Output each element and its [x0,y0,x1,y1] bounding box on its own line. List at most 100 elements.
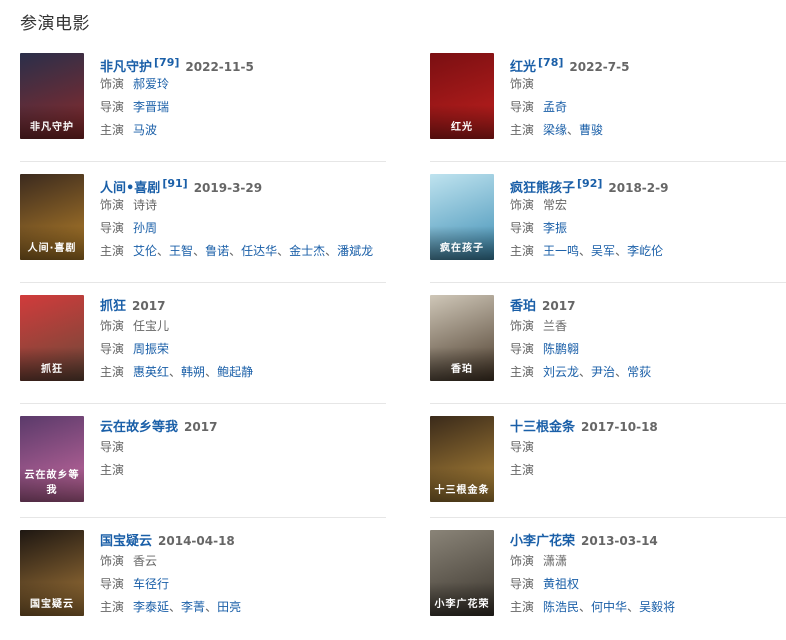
release-date: 2017 [184,420,218,434]
movie-info: 人间•喜剧 [91] 2019-3-29 饰演 诗诗 导演 孙周 主演 艾伦、王智、鲁诺、任达华… [100,174,390,263]
movie-poster[interactable]: 人间·喜剧 [20,174,84,260]
movie-poster[interactable]: 十三根金条 [430,416,494,502]
movie-title-link[interactable]: 国宝疑云 [100,534,152,549]
cast-name-link[interactable]: 李泰延 [133,600,169,614]
cast-name-link[interactable]: 吴军 [591,244,615,258]
movie-poster[interactable]: 抓狂 [20,295,84,381]
row-divider [430,161,786,162]
role-row: 饰演 香云 [100,550,390,573]
movie-info: 抓狂 2017 饰演 任宝儿 导演 周振荣 主演 惠英红、韩朔、鲍起静 [100,295,390,384]
cast-name-link[interactable]: 田亮 [217,600,241,614]
role-label: 饰演 [100,319,125,333]
role-value: 诗诗 [133,198,158,212]
director-name-link[interactable]: 周振荣 [133,342,169,356]
director-name-link[interactable]: 黄祖权 [543,577,579,591]
separator: 、 [169,365,182,379]
director-label: 导演 [100,100,125,114]
movie-poster[interactable]: 疯在孩子 [430,174,494,260]
cast-name-link[interactable]: 刘云龙 [543,365,579,379]
cast-label: 主演 [100,600,125,614]
cast-name-link[interactable]: 李菁 [181,600,205,614]
role-row: 饰演 诗诗 [100,194,390,217]
movie-poster[interactable]: 红光 [430,53,494,139]
director-label: 导演 [510,577,535,591]
poster-title-art: 云在故乡等我 [24,470,80,496]
movie-title-link[interactable]: 香珀 [510,299,536,314]
release-date: 2022-7-5 [569,60,630,74]
separator: 、 [277,244,290,258]
poster-title-art: 非凡守护 [30,122,74,133]
director-name-link[interactable]: 孟奇 [543,100,567,114]
cast-name-link[interactable]: 金士杰 [289,244,325,258]
movie-title-link[interactable]: 抓狂 [100,299,126,314]
cast-name-link[interactable]: 任达华 [241,244,277,258]
director-row: 导演 李振 [510,217,786,240]
movie-poster[interactable]: 国宝疑云 [20,530,84,616]
movie-poster[interactable]: 云在故乡等我 [20,416,84,502]
poster-title-art: 十三根金条 [434,485,490,496]
movie-poster[interactable]: 非凡守护 [20,53,84,139]
movie-card: 小李广花荣 小李广花荣 2013-03-14 饰演 潇潇 导演 黄祖权 主演 陈浩民、何中华、吴… [430,530,786,640]
cast-label: 主演 [100,365,125,379]
cast-row: 主演 李泰延、李菁、田亮 [100,596,390,619]
cast-row: 主演 王一鸣、吴军、李屹伦 [510,240,786,263]
row-divider [430,403,786,404]
row-divider [20,161,386,162]
cast-name-link[interactable]: 潘斌龙 [337,244,373,258]
movie-title-link[interactable]: 十三根金条 [510,420,575,435]
cast-name-link[interactable]: 吴毅将 [639,600,675,614]
director-name-link[interactable]: 李振 [543,221,567,235]
cast-row: 主演 艾伦、王智、鲁诺、任达华、金士杰、潘斌龙 [100,240,390,263]
movie-score-link[interactable]: [79] [154,56,179,69]
cast-label: 主演 [100,123,125,137]
cast-name-link[interactable]: 鲁诺 [205,244,229,258]
role-value[interactable]: 郝爱玲 [133,77,169,91]
cast-name-link[interactable]: 梁缘 [543,123,567,137]
movie-title-row: 香珀 2017 [510,295,786,315]
release-date: 2019-3-29 [193,181,263,195]
movie-title-row: 十三根金条 2017-10-18 [510,416,786,436]
movie-card: 十三根金条 十三根金条 2017-10-18 导演 主演 [430,416,786,526]
poster-title-art: 人间·喜剧 [27,243,77,254]
cast-name-link[interactable]: 王一鸣 [543,244,579,258]
cast-name-link[interactable]: 李屹伦 [627,244,663,258]
movie-title-row: 国宝疑云 2014-04-18 [100,530,390,550]
movie-score-link[interactable]: [78] [538,56,563,69]
cast-name-link[interactable]: 陈浩民 [543,600,579,614]
cast-name-link[interactable]: 尹治 [591,365,615,379]
release-date: 2017-10-18 [581,420,658,434]
cast-name-link[interactable]: 何中华 [591,600,627,614]
director-name-link[interactable]: 李晋瑞 [133,100,169,114]
role-label: 饰演 [100,554,125,568]
separator: 、 [615,365,628,379]
movie-card: 疯在孩子 疯狂熊孩子 [92] 2018-2-9 饰演 常宏 导演 李振 主演 王一鸣、吴军、李屹… [430,174,786,284]
director-name-link[interactable]: 孙周 [133,221,157,235]
movie-poster[interactable]: 香珀 [430,295,494,381]
cast-name-link[interactable]: 常荻 [627,365,651,379]
movie-title-row: 人间•喜剧 [91] 2019-3-29 [100,174,390,196]
cast-name-link[interactable]: 马波 [133,123,157,137]
release-date: 2022-11-5 [185,60,254,74]
movie-score-link[interactable]: [92] [577,177,602,190]
role-label: 饰演 [510,554,535,568]
separator: 、 [579,365,592,379]
role-row: 饰演 常宏 [510,194,786,217]
movie-poster[interactable]: 小李广花荣 [430,530,494,616]
cast-name-link[interactable]: 艾伦 [133,244,157,258]
role-row: 饰演 兰香 [510,315,786,338]
movie-title-link[interactable]: 云在故乡等我 [100,420,178,435]
cast-name-link[interactable]: 惠英红 [133,365,169,379]
director-label: 导演 [510,440,535,454]
cast-name-link[interactable]: 王智 [169,244,193,258]
movie-score-link[interactable]: [91] [162,177,187,190]
director-name-link[interactable]: 车径行 [133,577,169,591]
release-date: 2014-04-18 [158,534,235,548]
cast-name-link[interactable]: 曹骏 [579,123,603,137]
director-label: 导演 [100,342,125,356]
cast-name-link[interactable]: 鲍起静 [217,365,253,379]
director-name-link[interactable]: 陈鹏翱 [543,342,579,356]
movie-title-link[interactable]: 小李广花荣 [510,534,575,549]
separator: 、 [193,244,206,258]
cast-row: 主演 [510,459,786,482]
cast-name-link[interactable]: 韩朔 [181,365,205,379]
